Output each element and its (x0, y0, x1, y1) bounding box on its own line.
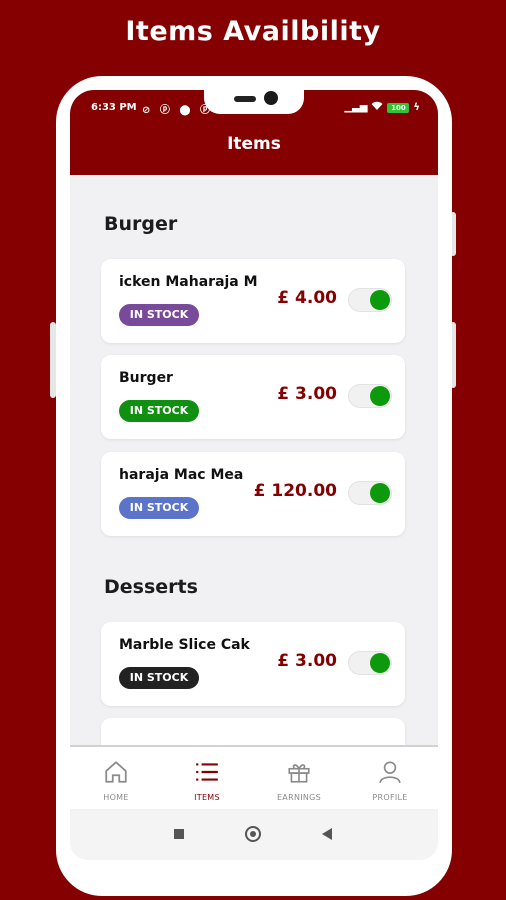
list-icon (167, 759, 247, 787)
section-title-burger: Burger (104, 213, 178, 235)
item-card[interactable]: icken Maharaja M IN STOCK £ 4.00 (101, 259, 405, 343)
promo-title: Items Availbility (125, 16, 381, 47)
nav-item-profile[interactable]: PROFILE (350, 759, 430, 802)
status-bar: 6:33 PM ⊘ ⓟ ⬤ ⓟ ▁▃▅ 100 ϟ (70, 100, 438, 116)
stock-badge: IN STOCK (119, 667, 199, 689)
phone-screen: 6:33 PM ⊘ ⓟ ⬤ ⓟ ▁▃▅ 100 ϟ Items Burger i… (70, 90, 438, 860)
battery-icon: 100 (387, 102, 410, 113)
item-name: Marble Slice Cak (119, 637, 250, 653)
app-bar: 6:33 PM ⊘ ⓟ ⬤ ⓟ ▁▃▅ 100 ϟ Items (70, 90, 438, 175)
wifi-icon (371, 101, 383, 114)
section-title-desserts: Desserts (104, 576, 198, 598)
system-nav-bar (70, 811, 438, 860)
nav-label: EARNINGS (276, 793, 322, 802)
item-price: £ 4.00 (277, 288, 337, 308)
gift-icon (259, 759, 339, 787)
nav-label: ITEMS (194, 793, 220, 802)
notification-icons: ⊘ ⓟ ⬤ ⓟ (142, 105, 214, 116)
item-card[interactable]: Burger IN STOCK £ 3.00 (101, 355, 405, 439)
item-card[interactable]: Marble Slice Cak IN STOCK £ 3.00 (101, 622, 405, 706)
recents-icon[interactable] (174, 829, 184, 839)
item-card[interactable]: haraja Mac Mea IN STOCK £ 120.00 (101, 452, 405, 536)
item-price: £ 3.00 (277, 384, 337, 404)
toggle-knob (370, 290, 390, 310)
stock-badge: IN STOCK (119, 497, 199, 519)
availability-toggle[interactable] (348, 651, 392, 675)
home-button-icon[interactable] (245, 826, 261, 842)
stock-badge: IN STOCK (119, 400, 199, 422)
stock-badge: IN STOCK (119, 304, 199, 326)
home-icon (76, 759, 156, 787)
availability-toggle[interactable] (348, 384, 392, 408)
nav-item-items[interactable]: ITEMS (167, 759, 247, 802)
nav-item-earnings[interactable]: EARNINGS (259, 759, 339, 802)
nav-label: HOME (103, 793, 129, 802)
availability-toggle[interactable] (348, 288, 392, 312)
nav-item-home[interactable]: HOME (76, 759, 156, 802)
bottom-nav: HOME ITEMS EARNINGS PROFILE (70, 745, 438, 809)
status-time: 6:33 PM (91, 102, 137, 113)
item-price: £ 120.00 (253, 481, 337, 501)
nav-label: PROFILE (372, 793, 408, 802)
item-name: icken Maharaja M (119, 274, 258, 290)
toggle-knob (370, 483, 390, 503)
charging-icon: ϟ (413, 102, 420, 113)
toggle-knob (370, 386, 390, 406)
back-icon[interactable] (322, 828, 332, 840)
item-name: haraja Mac Mea (119, 467, 244, 483)
item-name: Burger (119, 370, 173, 386)
toggle-knob (370, 653, 390, 673)
person-icon (350, 759, 430, 787)
page-title: Items (227, 134, 281, 154)
system-icons: ▁▃▅ 100 ϟ (344, 101, 420, 114)
item-price: £ 3.00 (277, 651, 337, 671)
signal-icon: ▁▃▅ (344, 102, 368, 113)
availability-toggle[interactable] (348, 481, 392, 505)
